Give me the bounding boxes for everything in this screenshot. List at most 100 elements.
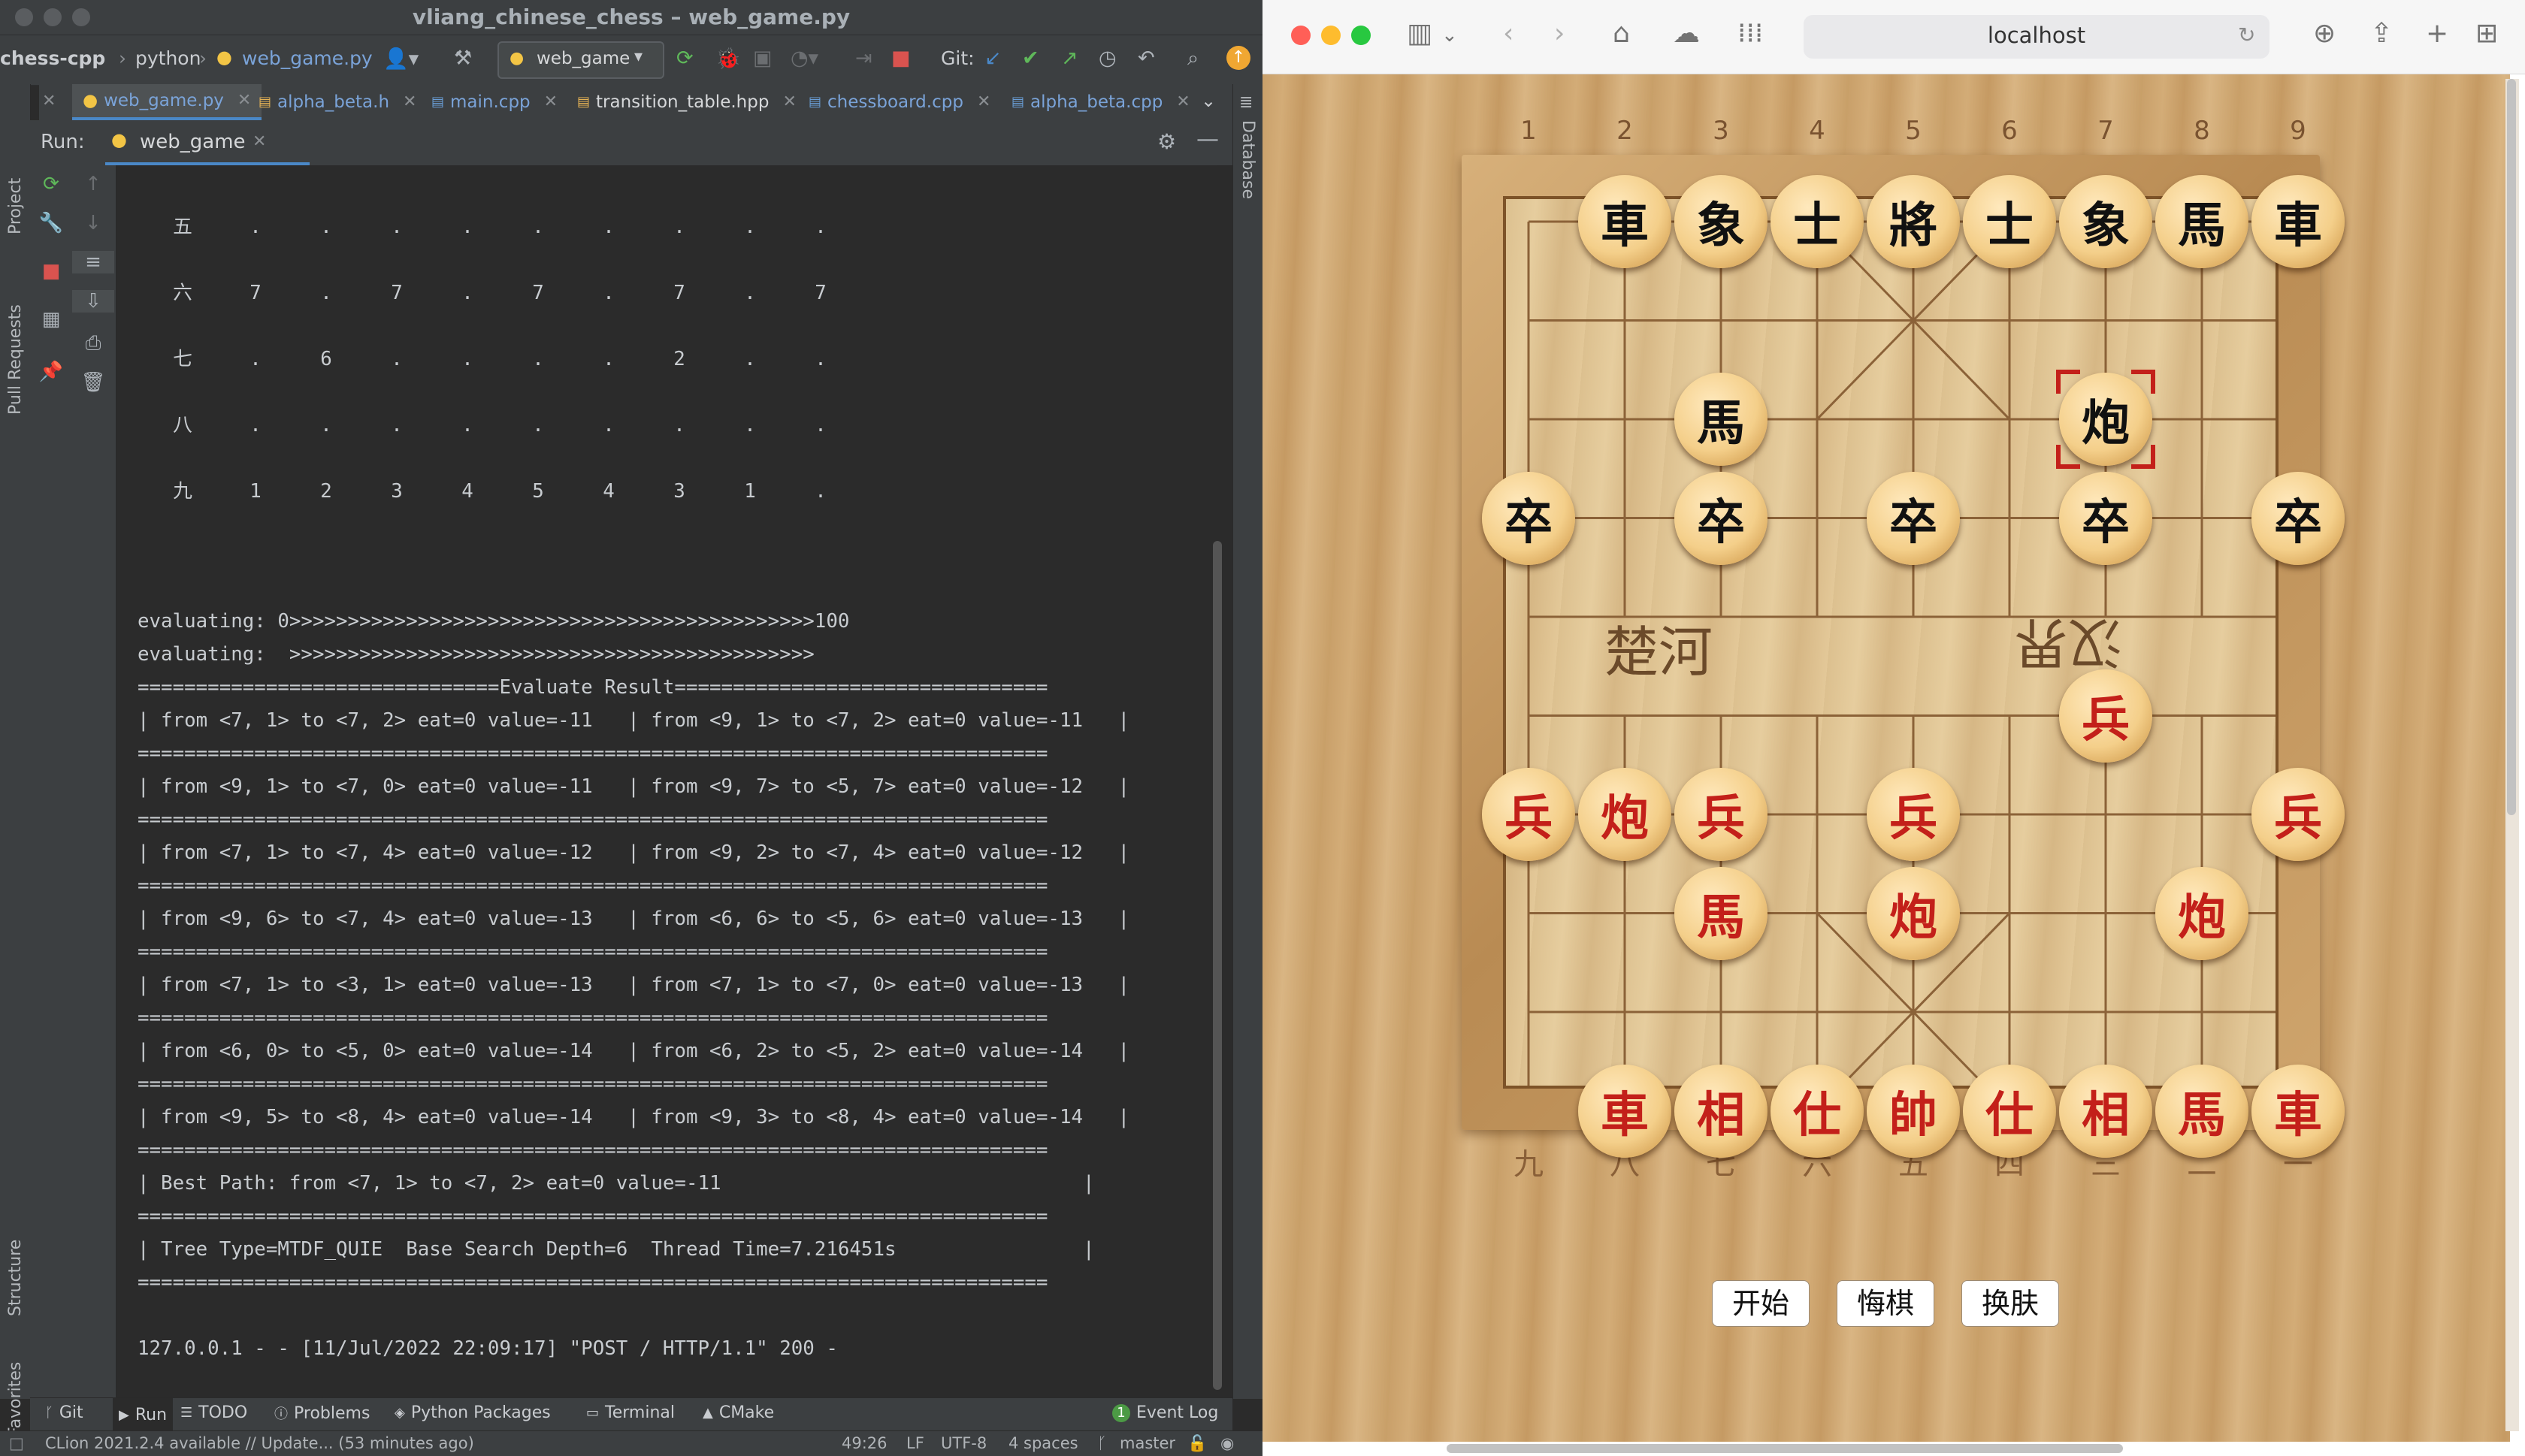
download-icon[interactable]: ⊕ xyxy=(2313,18,2336,49)
git-branch[interactable]: master xyxy=(1120,1434,1175,1452)
tab-main-cpp[interactable]: ▤ main.cpp ✕ xyxy=(421,84,568,120)
pull-requests-tool-tab[interactable]: Pull Requests xyxy=(6,304,25,415)
red-piece[interactable]: 炮 xyxy=(1867,866,1960,960)
red-piece[interactable]: 車 xyxy=(2251,1064,2345,1158)
cursor-position[interactable]: 49:26 xyxy=(842,1434,888,1452)
black-piece[interactable]: 卒 xyxy=(2251,471,2345,565)
indent-setting[interactable]: 4 spaces xyxy=(1008,1434,1078,1452)
tool-tab-run[interactable]: ▶ Run xyxy=(113,1398,174,1431)
reload-icon[interactable]: ↻ xyxy=(2238,23,2255,47)
start-button[interactable]: 开始 xyxy=(1712,1280,1810,1327)
tool-tab-todo[interactable]: ☰ TODO xyxy=(180,1403,247,1422)
history-icon[interactable]: ◷ xyxy=(1099,47,1117,70)
git-commit-icon[interactable]: ✔ xyxy=(1022,47,1039,70)
back-icon[interactable]: ‹ xyxy=(1503,18,1513,49)
red-piece[interactable]: 炮 xyxy=(1578,768,1671,861)
build-hammer-icon[interactable]: ⚒ xyxy=(454,47,472,70)
red-piece[interactable]: 兵 xyxy=(1867,768,1960,861)
rerun-icon[interactable]: ⟳ xyxy=(676,47,694,70)
tab-chessboard-cpp[interactable]: ▤ chessboard.cpp ✕ xyxy=(798,84,1001,120)
soft-wrap-icon[interactable]: ≡ xyxy=(72,251,114,273)
trash-icon[interactable]: 🗑 xyxy=(72,371,114,394)
event-log-button[interactable]: 1 Event Log xyxy=(1112,1403,1218,1422)
black-piece[interactable]: 象 xyxy=(1674,175,1768,268)
update-icon[interactable]: ↑ xyxy=(1226,46,1250,70)
black-piece[interactable]: 士 xyxy=(1963,175,2056,268)
close-window-button[interactable] xyxy=(1291,26,1311,45)
close-icon[interactable]: ✕ xyxy=(1176,84,1190,120)
arrow-down-icon[interactable]: ↓ xyxy=(72,212,114,234)
git-update-icon[interactable]: ↙ xyxy=(984,47,1002,70)
breadcrumb-file[interactable]: web_game.py xyxy=(242,47,373,69)
close-icon[interactable]: ✕ xyxy=(782,84,796,120)
red-piece[interactable]: 相 xyxy=(1674,1064,1768,1158)
database-tool-tab[interactable]: Database xyxy=(1238,120,1257,199)
attach-icon[interactable]: ⇥ xyxy=(855,47,872,70)
tool-tab-git[interactable]: ᚴ Git xyxy=(45,1403,83,1422)
page-horizontal-scrollbar[interactable] xyxy=(1447,1444,2123,1453)
red-piece[interactable]: 相 xyxy=(2059,1064,2152,1158)
tab-web-game-py[interactable]: ● web_game.py ✕ xyxy=(72,84,262,120)
git-push-icon[interactable]: ↗ xyxy=(1061,47,1078,70)
close-icon[interactable]: ✕ xyxy=(977,84,990,120)
structure-tool-tab[interactable]: Structure xyxy=(6,1240,25,1316)
stop-icon[interactable]: ■ xyxy=(891,47,911,70)
rollback-icon[interactable]: ↶ xyxy=(1138,47,1155,70)
address-bar[interactable]: localhost ↻ xyxy=(1804,15,2269,59)
black-piece[interactable]: 卒 xyxy=(1482,471,1575,565)
tab-alpha-beta-h[interactable]: ▤ alpha_beta.h ✕ xyxy=(248,84,427,120)
run-tab-web-game[interactable]: ● web_game ✕ xyxy=(105,120,310,165)
sidebar-icon[interactable]: ▥ xyxy=(1407,18,1432,49)
profile-icon[interactable]: ◔▾ xyxy=(791,47,818,70)
black-piece[interactable]: 士 xyxy=(1771,175,1864,268)
tool-tab-problems[interactable]: ⓘ Problems xyxy=(274,1403,370,1423)
pin-icon[interactable]: 📌 xyxy=(30,361,72,383)
line-separator[interactable]: LF xyxy=(906,1434,924,1452)
tool-tab-terminal[interactable]: ▭ Terminal xyxy=(586,1403,675,1422)
debug-icon[interactable]: 🐞 xyxy=(715,47,741,71)
console-scrollbar[interactable] xyxy=(1213,541,1222,1390)
red-piece[interactable]: 馬 xyxy=(1674,866,1768,960)
run-config-select[interactable]: ● web_game ▾ xyxy=(497,41,664,79)
breadcrumb-folder[interactable]: python xyxy=(135,47,201,69)
red-piece[interactable]: 馬 xyxy=(2155,1064,2248,1158)
tab-overview-icon[interactable]: ⊞ xyxy=(2475,18,2498,49)
close-icon[interactable]: ✕ xyxy=(544,84,558,120)
project-tool-tab[interactable]: Project xyxy=(6,178,25,234)
undo-button[interactable]: 悔棋 xyxy=(1837,1280,1934,1327)
user-icon[interactable]: 👤▾ xyxy=(383,47,419,71)
close-icon[interactable]: ✕ xyxy=(403,84,416,120)
tool-tab-python-packages[interactable]: ◈ Python Packages xyxy=(395,1403,551,1422)
tabs-overflow-chevron-icon[interactable]: ⌄ xyxy=(1201,90,1216,111)
tab-alpha-beta-cpp[interactable]: ▤ alpha_beta.cpp ✕ xyxy=(1001,84,1201,120)
print-icon[interactable]: ⎙ xyxy=(72,332,114,355)
red-piece[interactable]: 炮 xyxy=(2155,866,2248,960)
scroll-to-end-icon[interactable]: ⇩ xyxy=(72,290,114,313)
black-piece[interactable]: 卒 xyxy=(2059,471,2152,565)
red-piece[interactable]: 仕 xyxy=(1963,1064,2056,1158)
wrench-icon[interactable]: 🔧 xyxy=(30,212,72,234)
forward-icon[interactable]: › xyxy=(1554,18,1565,49)
cloud-icon[interactable]: ☁ xyxy=(1673,18,1700,49)
black-piece[interactable]: 車 xyxy=(1578,175,1671,268)
breadcrumb-project[interactable]: chess-cpp xyxy=(0,47,105,69)
close-icon[interactable]: ✕ xyxy=(42,92,56,110)
black-piece[interactable]: 象 xyxy=(2059,175,2152,268)
black-piece[interactable]: 將 xyxy=(1867,175,1960,268)
favorites-tool-tab[interactable]: Favorites xyxy=(6,1362,25,1436)
grid-apps-icon[interactable]: ⁞⁞⁞ xyxy=(1737,18,1763,49)
rerun-icon[interactable]: ⟳ xyxy=(30,173,72,195)
chevron-down-icon[interactable]: ⌄ xyxy=(1441,24,1458,47)
minimize-window-button[interactable] xyxy=(1321,26,1341,45)
black-piece[interactable]: 卒 xyxy=(1867,471,1960,565)
search-icon[interactable]: ⌕ xyxy=(1187,47,1199,71)
memory-indicator-icon[interactable]: ◉ xyxy=(1220,1434,1234,1452)
arrow-up-icon[interactable]: ↑ xyxy=(72,173,114,195)
red-piece[interactable]: 仕 xyxy=(1771,1064,1864,1158)
share-icon[interactable]: ⇪ xyxy=(2370,18,2393,49)
new-tab-icon[interactable]: + xyxy=(2426,18,2448,49)
coverage-icon[interactable]: ▣ xyxy=(753,47,773,70)
black-piece[interactable]: 車 xyxy=(2251,175,2345,268)
minimize-panel-icon[interactable]: — xyxy=(1196,126,1219,153)
red-piece[interactable]: 車 xyxy=(1578,1064,1671,1158)
